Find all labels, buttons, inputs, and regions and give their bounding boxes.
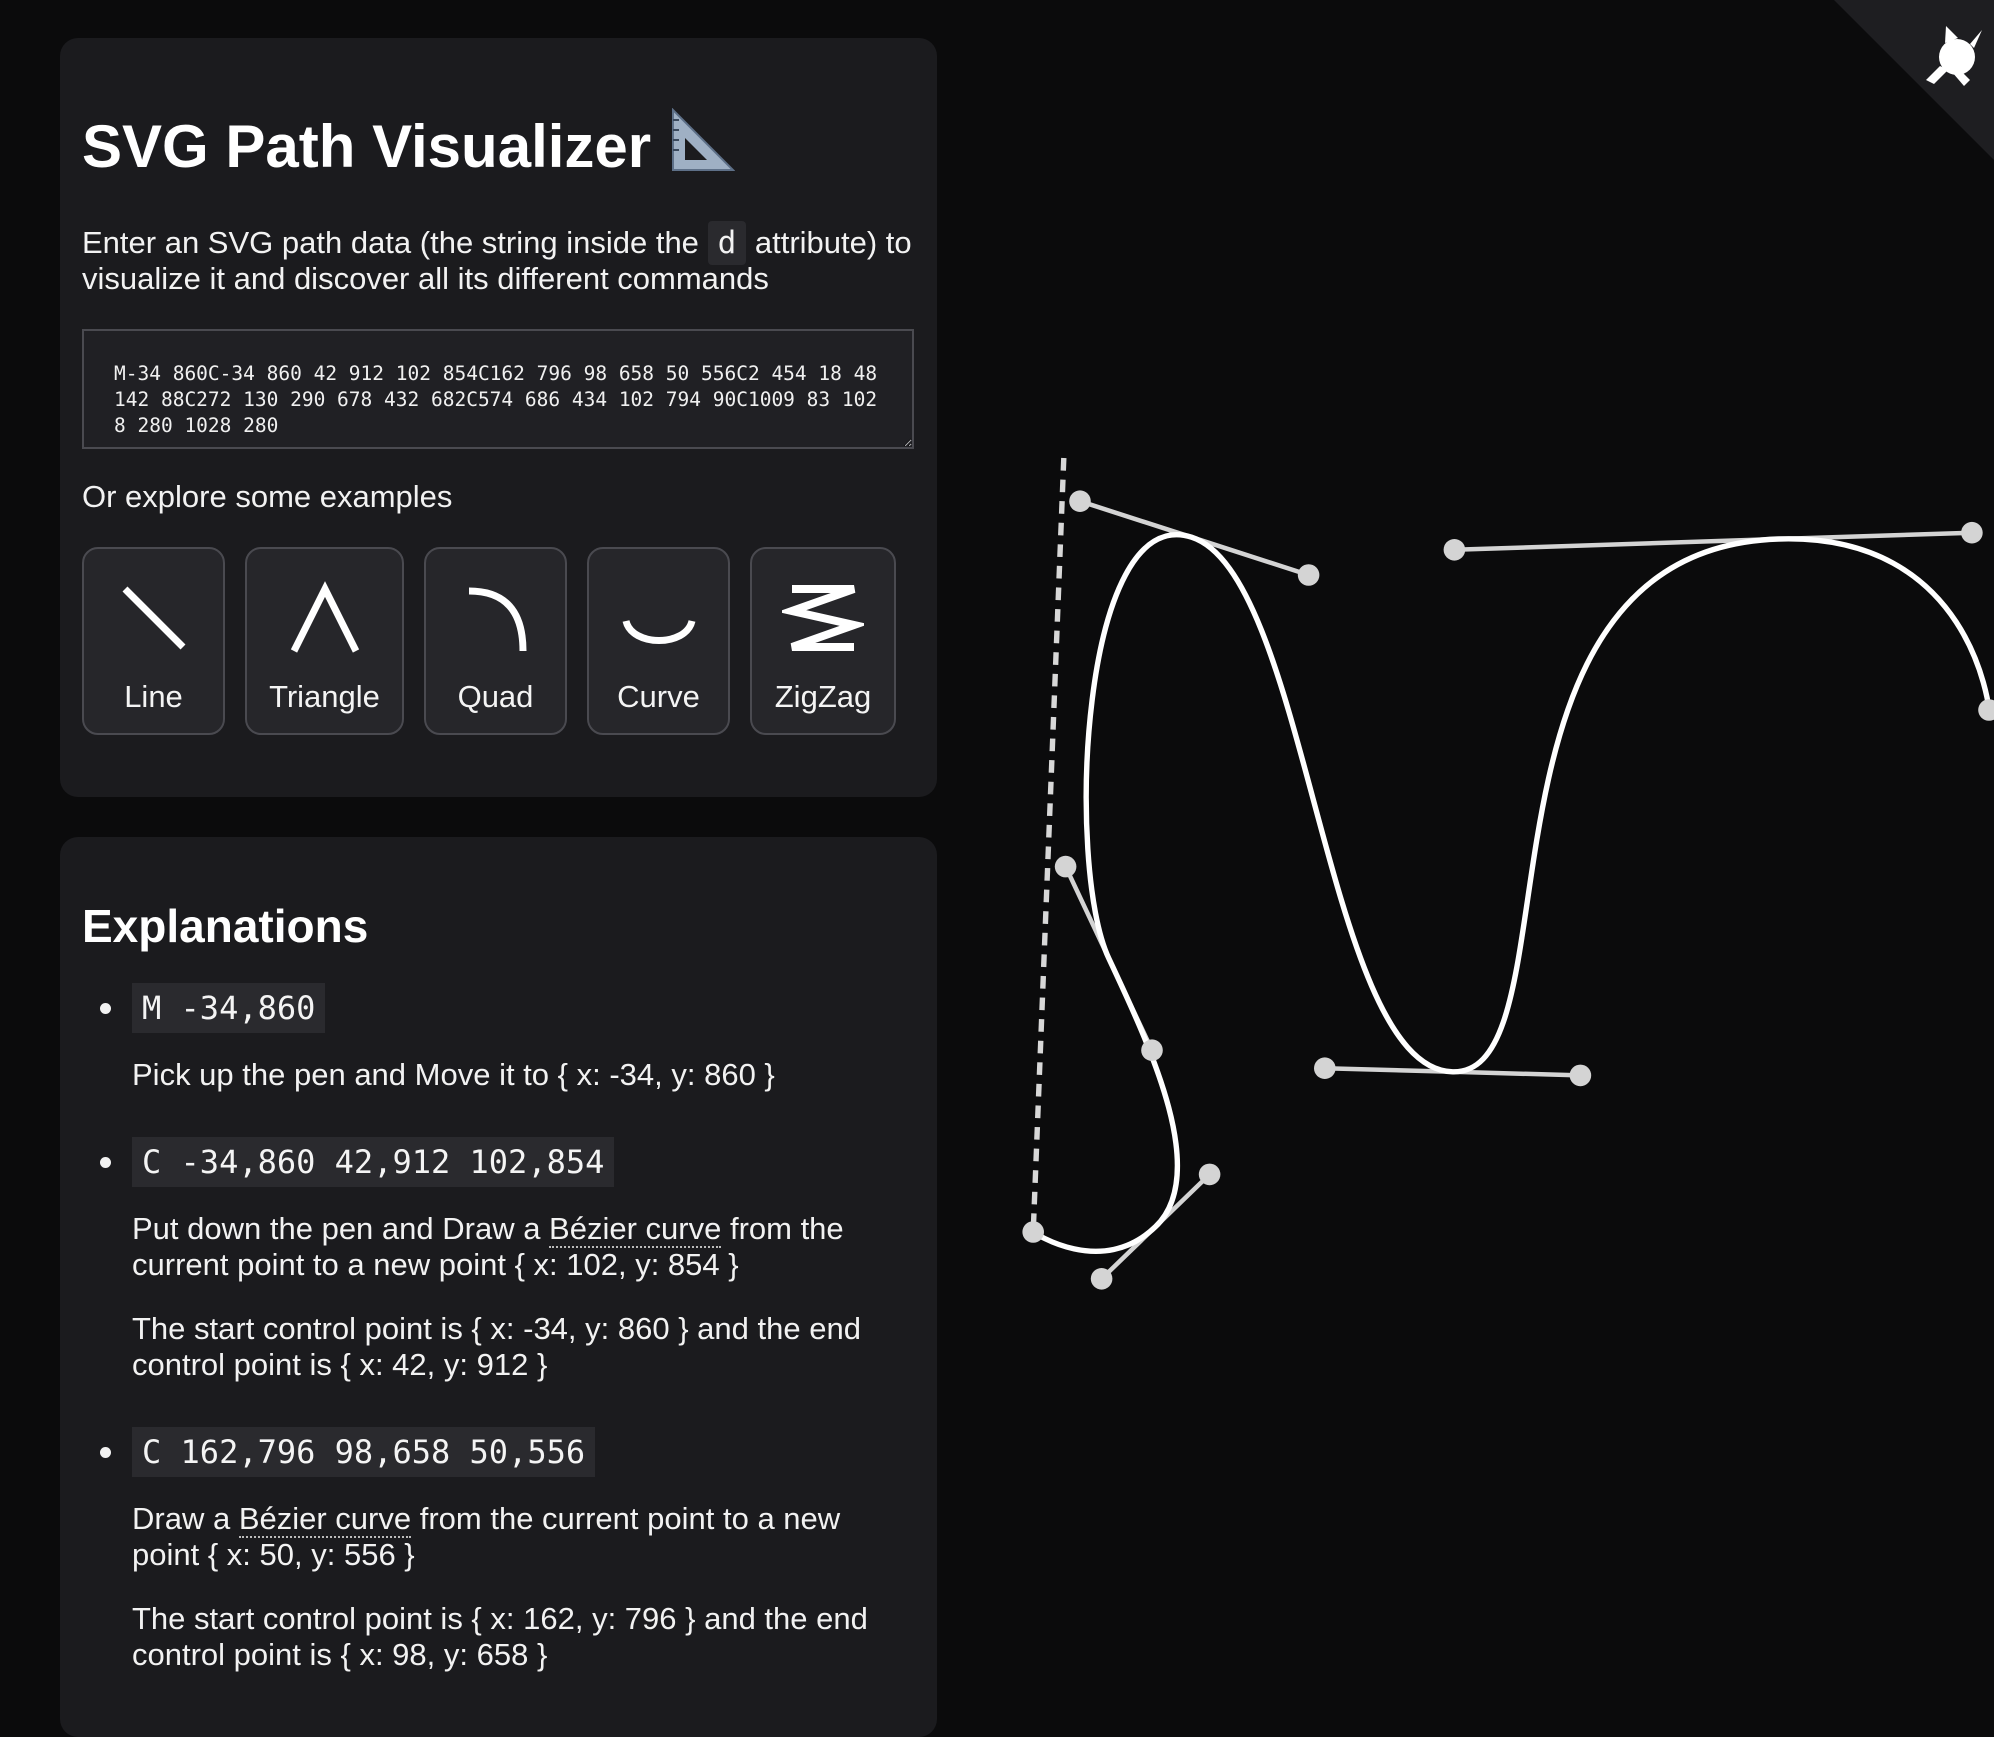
github-corner-link[interactable]: [1834, 0, 1994, 160]
control-point-handle[interactable]: [1297, 564, 1320, 586]
control-point-handle[interactable]: [1141, 1039, 1163, 1061]
bezier-curve-link[interactable]: Bézier curve: [549, 1211, 722, 1248]
triangular-ruler-icon: [669, 107, 736, 185]
zigzag-icon: [782, 585, 864, 651]
examples-list: Line Triangle Quad Curve ZigZag: [82, 547, 915, 735]
control-point-handle[interactable]: [1443, 539, 1466, 561]
example-zigzag-label: ZigZag: [774, 679, 872, 714]
input-card: SVG Path Visualizer Enter an SVG path da…: [60, 38, 937, 797]
control-points-description: The start control point is { x: 162, y: …: [132, 1601, 868, 1672]
description-text: Draw a: [132, 1501, 239, 1536]
explanations-list: M -34,860 Pick up the pen and Move it to…: [82, 983, 915, 1673]
intro-text: Enter an SVG path data (the string insid…: [82, 221, 915, 297]
explanations-card: Explanations M -34,860 Pick up the pen a…: [60, 837, 937, 1737]
quad-icon: [468, 587, 526, 652]
control-point-handle[interactable]: [1978, 699, 1994, 721]
path-data-input[interactable]: M-34 860C-34 860 42 912 102 854C162 796 …: [82, 329, 914, 449]
example-line-button[interactable]: Line: [82, 547, 225, 735]
control-point-handle[interactable]: [1022, 1221, 1044, 1243]
explanation-item: C -34,860 42,912 102,854 Put down the pe…: [82, 1137, 915, 1383]
command-code: M -34,860: [132, 983, 326, 1033]
example-triangle-label: Triangle: [269, 679, 380, 714]
example-quad-label: Quad: [457, 679, 534, 714]
bezier-curve-link[interactable]: Bézier curve: [238, 1501, 412, 1538]
command-description: Pick up the pen and Move it to { x: -34,…: [132, 1057, 775, 1092]
path-visualization: [1022, 457, 1994, 1290]
example-curve-label: Curve: [617, 679, 700, 714]
control-lines: [1063, 499, 1972, 1281]
control-points-description: The start control point is { x: -34, y: …: [132, 1311, 861, 1382]
explanations-title: Explanations: [82, 900, 369, 952]
control-point-handle[interactable]: [1961, 521, 1983, 544]
intro-code: d: [707, 221, 747, 265]
line-icon: [122, 586, 185, 650]
sidebar: SVG Path Visualizer Enter an SVG path da…: [60, 38, 937, 1737]
control-point-handle[interactable]: [1314, 1057, 1336, 1079]
command-code: C 162,796 98,658 50,556: [132, 1427, 596, 1477]
explanation-item: M -34,860 Pick up the pen and Move it to…: [82, 983, 915, 1093]
intro-text-part: Enter an SVG path data (the string insid…: [82, 225, 699, 260]
page-title: SVG Path Visualizer: [82, 107, 915, 185]
example-triangle-button[interactable]: Triangle: [245, 547, 404, 735]
svg-path: [1031, 532, 1992, 1254]
control-point-handle[interactable]: [1198, 1163, 1221, 1186]
control-point-handle[interactable]: [1054, 855, 1077, 878]
example-curve-button[interactable]: Curve: [587, 547, 730, 735]
handle-line: [1079, 499, 1193, 540]
handle-line: [1452, 1069, 1581, 1078]
bullet-icon: [100, 1447, 111, 1458]
path-canvas[interactable]: [1000, 0, 1994, 1708]
example-zigzag-button[interactable]: ZigZag: [750, 547, 896, 735]
control-points: [1022, 490, 1994, 1290]
command-description: Draw a Bézier curve from the current poi…: [132, 1501, 915, 1573]
move-line: [1030, 457, 1067, 1233]
bullet-icon: [100, 1003, 111, 1014]
control-point-handle[interactable]: [1069, 490, 1091, 512]
page-title-text: SVG Path Visualizer: [82, 112, 652, 180]
description-text: Put down the pen and Draw a: [132, 1211, 550, 1246]
example-quad-button[interactable]: Quad: [424, 547, 567, 735]
curve-icon: [622, 619, 695, 644]
triangle-icon: [290, 581, 359, 653]
github-octocat-icon: [1834, 0, 1994, 160]
examples-label: Or explore some examples: [82, 479, 453, 514]
command-description: Put down the pen and Draw a Bézier curve…: [132, 1211, 915, 1283]
control-point-handle[interactable]: [1090, 1268, 1113, 1290]
handle-line: [1190, 535, 1310, 578]
control-point-handle[interactable]: [1569, 1064, 1592, 1087]
command-code: C -34,860 42,912 102,854: [132, 1137, 615, 1187]
bullet-icon: [100, 1157, 111, 1168]
explanation-item: C 162,796 98,658 50,556 Draw a Bézier cu…: [82, 1427, 915, 1673]
example-line-label: Line: [124, 679, 183, 714]
